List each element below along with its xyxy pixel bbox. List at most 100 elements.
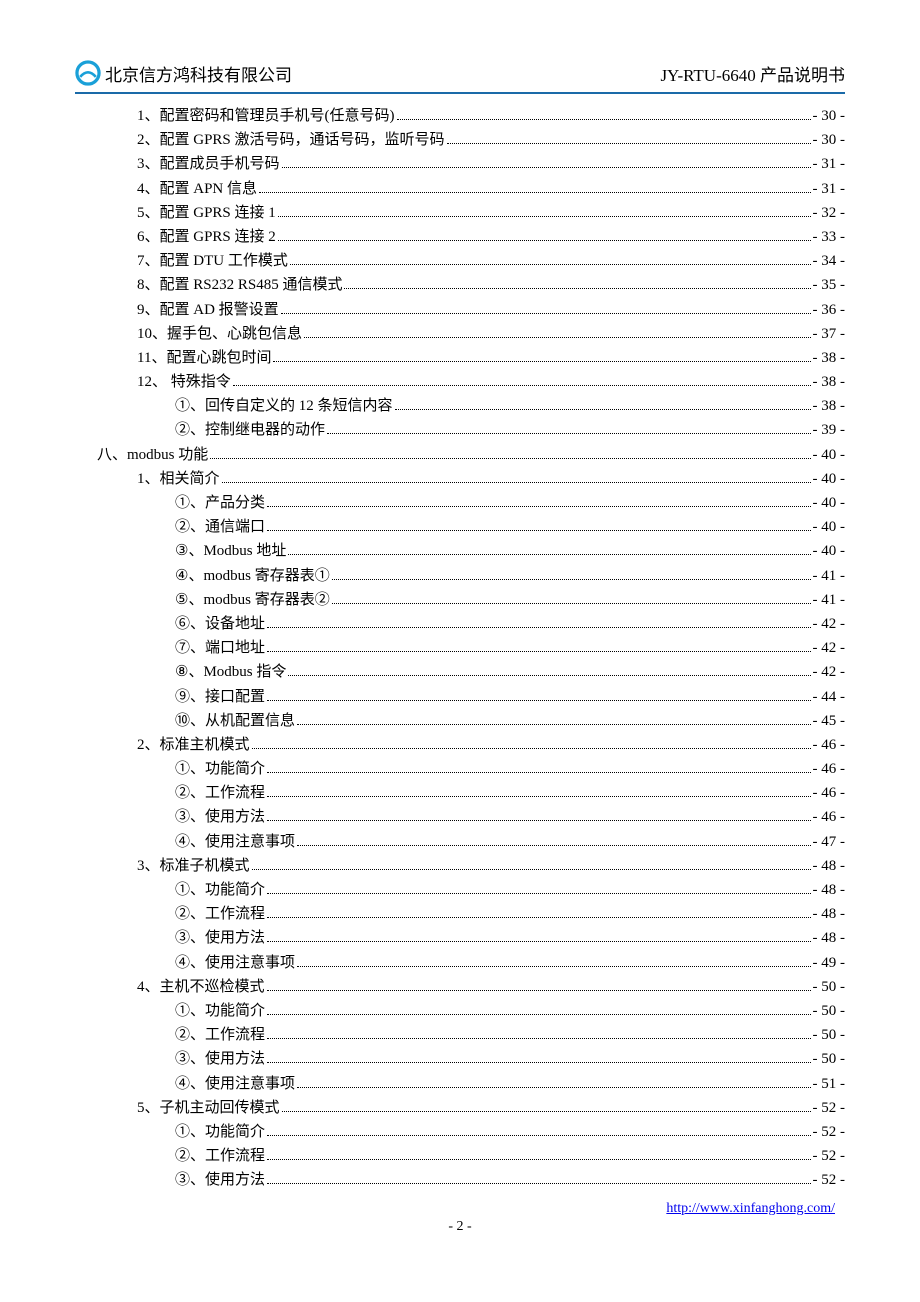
toc-entry[interactable]: ⑥、设备地址 - 42 - [75, 612, 845, 633]
toc-entry-page: - 38 - [813, 374, 846, 391]
toc-entry[interactable]: 4、配置 APN 信息- 31 - [75, 177, 845, 198]
toc-entry[interactable]: ⑦、端口地址 - 42 - [75, 636, 845, 657]
toc-entry[interactable]: ⑨、接口配置 - 44 - [75, 685, 845, 706]
toc-entry-page: - 34 - [813, 253, 846, 270]
toc-entry[interactable]: ③、使用方法- 50 - [75, 1047, 845, 1068]
footer-link[interactable]: http://www.xinfanghong.com/ [666, 1201, 835, 1217]
toc-leader-dots [267, 796, 810, 797]
toc-leader-dots [297, 1087, 810, 1088]
toc-entry[interactable]: ②、工作流程 - 48 - [75, 902, 845, 923]
toc-entry[interactable]: ③、使用方法- 46 - [75, 805, 845, 826]
toc-entry[interactable]: ⑩、从机配置信息 - 45 - [75, 709, 845, 730]
toc-entry[interactable]: 5、配置 GPRS 连接 1- 32 - [75, 201, 845, 222]
toc-entry-label: 3、标准子机模式 [137, 854, 250, 875]
toc-entry[interactable]: ②、通信端口 - 40 - [75, 515, 845, 536]
page-footer: http://www.xinfanghong.com/ - 2 - [75, 1201, 845, 1235]
toc-entry-label: ②、工作流程 [175, 1023, 265, 1044]
toc-entry[interactable]: 12、 特殊指令 - 38 - [75, 370, 845, 391]
toc-entry[interactable]: ④、modbus 寄存器表①- 41 - [75, 564, 845, 585]
toc-entry[interactable]: 3、标准子机模式- 48 - [75, 854, 845, 875]
toc-entry-label: 12、 特殊指令 [137, 370, 231, 391]
toc-entry[interactable]: ①、功能简介 - 46 - [75, 757, 845, 778]
toc-entry-label: 8、配置 RS232 RS485 通信模式 [137, 273, 342, 294]
toc-leader-dots [395, 409, 811, 410]
page-number: - 2 - [448, 1219, 471, 1235]
toc-entry[interactable]: 7、配置 DTU 工作模式 - 34 - [75, 249, 845, 270]
toc-entry[interactable]: 2、配置 GPRS 激活号码，通话号码，监听号码- 30 - [75, 128, 845, 149]
toc-entry[interactable]: ③、使用方法- 52 - [75, 1168, 845, 1189]
toc-entry[interactable]: ④、使用注意事项- 51 - [75, 1072, 845, 1093]
toc-entry[interactable]: ①、功能简介 - 48 - [75, 878, 845, 899]
toc-entry-label: ①、功能简介 [175, 878, 265, 899]
company-name: 北京信方鸿科技有限公司 [105, 61, 292, 86]
toc-entry[interactable]: ⑤、modbus 寄存器表②- 41 - [75, 588, 845, 609]
toc-leader-dots [273, 361, 810, 362]
toc-entry-page: - 50 - [813, 1027, 846, 1044]
toc-entry-page: - 39 - [813, 422, 846, 439]
toc-leader-dots [210, 458, 810, 459]
toc-entry-page: - 51 - [813, 1076, 846, 1093]
toc-entry[interactable]: 8、配置 RS232 RS485 通信模式 - 35 - [75, 273, 845, 294]
toc-entry[interactable]: ④、使用注意事项 - 47 - [75, 830, 845, 851]
toc-entry-page: - 31 - [813, 156, 846, 173]
toc-entry-label: ③、Modbus 地址 [175, 539, 286, 560]
toc-entry-label: 5、子机主动回传模式 [137, 1096, 280, 1117]
toc-entry[interactable]: 4、主机不巡检模式- 50 - [75, 975, 845, 996]
toc-entry[interactable]: 1、配置密码和管理员手机号(任意号码)- 30 - [75, 104, 845, 125]
toc-entry[interactable]: ①、功能简介 - 50 - [75, 999, 845, 1020]
toc-leader-dots [267, 893, 810, 894]
toc-entry[interactable]: 10、握手包、心跳包信息 - 37 - [75, 322, 845, 343]
toc-entry[interactable]: ②、工作流程 - 50 - [75, 1023, 845, 1044]
toc-entry-page: - 47 - [813, 834, 846, 851]
toc-entry[interactable]: ②、工作流程 - 46 - [75, 781, 845, 802]
toc-entry-page: - 46 - [813, 809, 846, 826]
toc-entry-page: - 48 - [813, 906, 846, 923]
toc-leader-dots [288, 554, 810, 555]
toc-entry[interactable]: 2、标准主机模式- 46 - [75, 733, 845, 754]
toc-entry-page: - 31 - [813, 181, 846, 198]
toc-entry-label: 9、配置 AD 报警设置 [137, 298, 279, 319]
toc-entry-page: - 46 - [813, 785, 846, 802]
toc-entry[interactable]: 1、相关简介- 40 - [75, 467, 845, 488]
toc-entry[interactable]: ①、功能简介 - 52 - [75, 1120, 845, 1141]
toc-entry[interactable]: ①、产品分类 - 40 - [75, 491, 845, 512]
toc-entry[interactable]: 八、modbus 功能 - 40 - [75, 443, 845, 464]
toc-leader-dots [267, 1183, 810, 1184]
toc-entry-label: ④、使用注意事项 [175, 830, 295, 851]
page-container: 北京信方鸿科技有限公司 JY-RTU-6640 产品说明书 1、配置密码和管理员… [0, 0, 920, 1275]
toc-entry[interactable]: ④、使用注意事项- 49 - [75, 951, 845, 972]
toc-entry-label: ③、使用方法 [175, 1047, 265, 1068]
toc-entry-page: - 40 - [813, 495, 846, 512]
toc-entry-label: 7、配置 DTU 工作模式 [137, 249, 288, 270]
toc-leader-dots [252, 748, 811, 749]
toc-entry[interactable]: ①、回传自定义的 12 条短信内容- 38 - [75, 394, 845, 415]
toc-leader-dots [259, 192, 810, 193]
toc-entry-page: - 38 - [813, 350, 846, 367]
toc-entry[interactable]: 6、配置 GPRS 连接 2- 33 - [75, 225, 845, 246]
toc-entry[interactable]: 3、配置成员手机号码- 31 - [75, 152, 845, 173]
toc-entry-label: ①、功能简介 [175, 1120, 265, 1141]
toc-entry-page: - 46 - [813, 761, 846, 778]
toc-entry-page: - 42 - [813, 640, 846, 657]
toc-leader-dots [332, 603, 811, 604]
toc-leader-dots [304, 337, 810, 338]
toc-leader-dots [267, 651, 810, 652]
toc-leader-dots [397, 119, 811, 120]
toc-entry-page: - 37 - [813, 326, 846, 343]
toc-entry-label: 10、握手包、心跳包信息 [137, 322, 302, 343]
toc-entry[interactable]: 9、配置 AD 报警设置- 36 - [75, 298, 845, 319]
toc-entry-page: - 50 - [813, 1003, 846, 1020]
toc-entry[interactable]: ⑧、Modbus 指令- 42 - [75, 660, 845, 681]
toc-leader-dots [282, 1111, 811, 1112]
toc-leader-dots [267, 820, 810, 821]
toc-entry[interactable]: 5、子机主动回传模式- 52 - [75, 1096, 845, 1117]
toc-entry[interactable]: ③、Modbus 地址- 40 - [75, 539, 845, 560]
toc-entry[interactable]: ②、工作流程 - 52 - [75, 1144, 845, 1165]
toc-entry-label: ⑦、端口地址 [175, 636, 265, 657]
toc-entry-label: ③、使用方法 [175, 1168, 265, 1189]
toc-leader-dots [267, 627, 810, 628]
toc-entry[interactable]: ②、控制继电器的动作 - 39 - [75, 418, 845, 439]
toc-entry[interactable]: 11、配置心跳包时间- 38 - [75, 346, 845, 367]
toc-entry-label: ②、控制继电器的动作 [175, 418, 325, 439]
toc-entry[interactable]: ③、使用方法- 48 - [75, 926, 845, 947]
